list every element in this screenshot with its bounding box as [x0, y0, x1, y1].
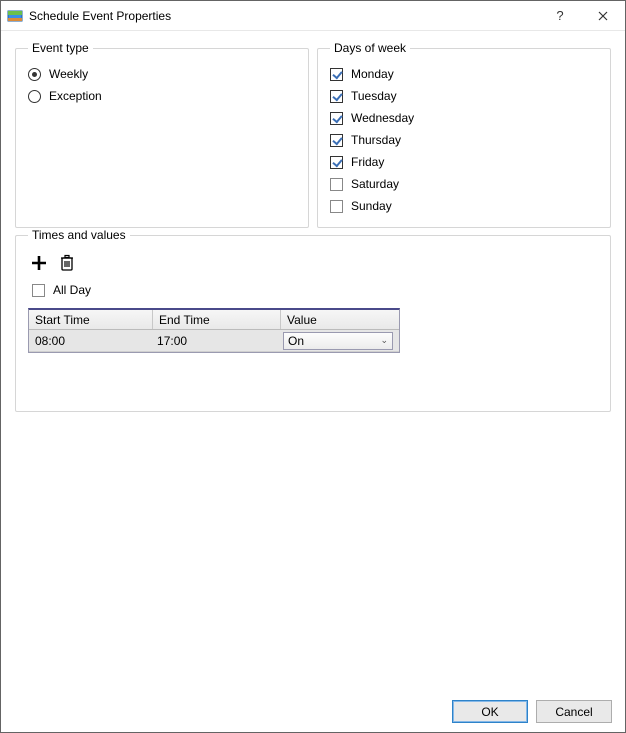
col-header-end[interactable]: End Time — [153, 310, 281, 329]
ok-button[interactable]: OK — [452, 700, 528, 723]
check-friday[interactable]: Friday — [330, 151, 598, 173]
cancel-button[interactable]: Cancel — [536, 700, 612, 723]
check-label: Sunday — [351, 199, 392, 213]
days-of-week-legend: Days of week — [330, 41, 410, 55]
check-label: Monday — [351, 67, 394, 81]
check-label: Tuesday — [351, 89, 397, 103]
checkbox-icon — [330, 90, 343, 103]
event-type-group: Event type Weekly Exception — [15, 41, 309, 228]
table-row[interactable]: 08:00 17:00 On ⌄ — [29, 330, 399, 352]
times-values-group: Times and values All Day Start Time E — [15, 228, 611, 412]
chevron-down-icon: ⌄ — [380, 335, 388, 346]
days-of-week-group: Days of week Monday Tuesday Wednesday Th… — [317, 41, 611, 228]
radio-icon — [28, 68, 41, 81]
cell-value[interactable]: On ⌄ — [277, 330, 399, 351]
titlebar: Schedule Event Properties ? — [1, 1, 625, 31]
checkbox-icon — [330, 156, 343, 169]
checkbox-icon — [330, 112, 343, 125]
checkbox-icon — [330, 68, 343, 81]
window-title: Schedule Event Properties — [29, 9, 171, 23]
cell-start-time[interactable]: 08:00 — [29, 330, 151, 351]
all-day-checkbox[interactable]: All Day — [28, 280, 598, 300]
value-dropdown-text: On — [288, 334, 304, 348]
dialog-footer: OK Cancel — [452, 700, 612, 723]
times-toolbar — [28, 250, 598, 278]
radio-label: Exception — [49, 89, 102, 103]
col-header-start[interactable]: Start Time — [29, 310, 153, 329]
all-day-label: All Day — [53, 283, 91, 297]
delete-button[interactable] — [56, 252, 78, 274]
app-icon — [7, 8, 23, 24]
radio-label: Weekly — [49, 67, 88, 81]
checkbox-icon — [32, 284, 45, 297]
radio-exception[interactable]: Exception — [28, 85, 296, 107]
check-label: Friday — [351, 155, 384, 169]
radio-weekly[interactable]: Weekly — [28, 63, 296, 85]
check-label: Saturday — [351, 177, 399, 191]
cell-end-time[interactable]: 17:00 — [151, 330, 277, 351]
col-header-value[interactable]: Value — [281, 310, 399, 329]
value-dropdown[interactable]: On ⌄ — [283, 332, 393, 350]
event-type-legend: Event type — [28, 41, 93, 55]
times-values-legend: Times and values — [28, 228, 130, 242]
checkbox-icon — [330, 178, 343, 191]
check-wednesday[interactable]: Wednesday — [330, 107, 598, 129]
times-grid: Start Time End Time Value 08:00 17:00 On… — [28, 308, 400, 353]
check-sunday[interactable]: Sunday — [330, 195, 598, 217]
close-button[interactable] — [580, 1, 625, 31]
add-button[interactable] — [28, 252, 50, 274]
grid-header: Start Time End Time Value — [29, 310, 399, 330]
check-label: Wednesday — [351, 111, 414, 125]
check-label: Thursday — [351, 133, 401, 147]
help-button[interactable]: ? — [540, 1, 580, 31]
check-monday[interactable]: Monday — [330, 63, 598, 85]
checkbox-icon — [330, 200, 343, 213]
checkbox-icon — [330, 134, 343, 147]
check-saturday[interactable]: Saturday — [330, 173, 598, 195]
check-tuesday[interactable]: Tuesday — [330, 85, 598, 107]
radio-icon — [28, 90, 41, 103]
check-thursday[interactable]: Thursday — [330, 129, 598, 151]
